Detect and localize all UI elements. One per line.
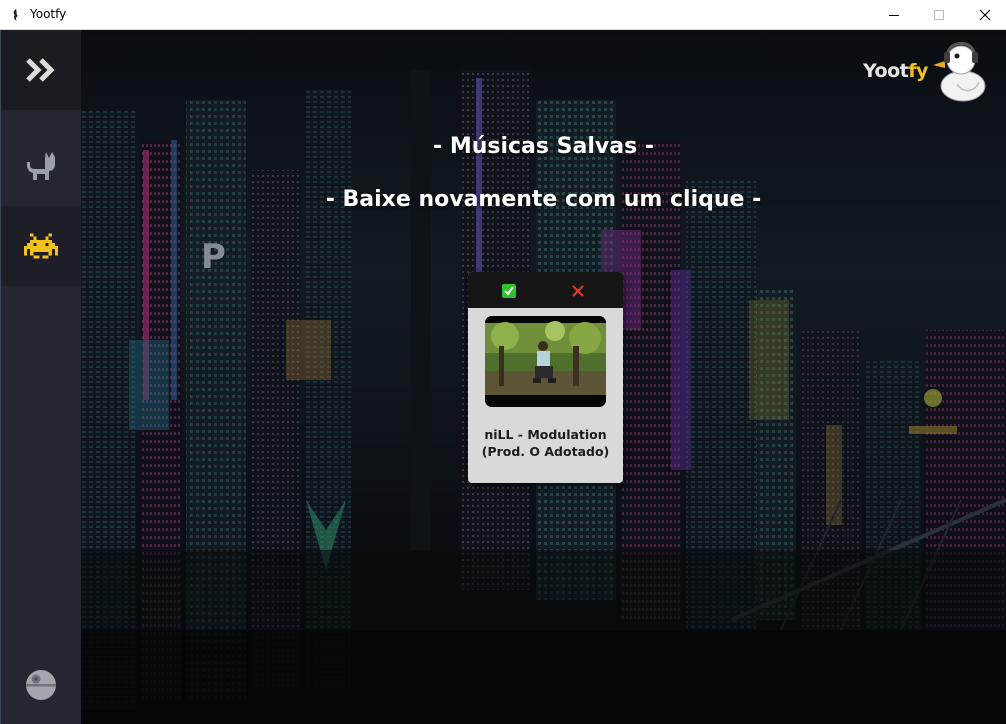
minimize-icon <box>889 14 899 16</box>
double-chevron-right-icon <box>26 58 55 82</box>
cat-icon <box>27 152 55 180</box>
sidebar-toggle-button[interactable] <box>1 30 81 110</box>
sidebar-item-saved[interactable] <box>1 206 81 286</box>
close-icon[interactable] <box>571 284 585 298</box>
page-subtitle: - Baixe novamente com um clique - <box>325 187 762 212</box>
maximize-icon <box>934 9 944 20</box>
check-icon[interactable] <box>502 284 516 298</box>
maximize-button[interactable] <box>917 0 962 30</box>
close-icon <box>979 9 990 21</box>
page-title: - Músicas Salvas - <box>433 134 654 159</box>
duck-headphones-icon <box>933 42 986 102</box>
sidebar <box>0 30 81 724</box>
song-thumbnail <box>485 316 606 407</box>
main-content: P Yootfy - Músicas Salvas - - Baixe nova… <box>81 30 1006 724</box>
death-star-icon <box>26 670 56 700</box>
window-title: Yootfy <box>30 7 67 21</box>
saved-song-card[interactable]: niLL - Modulation (Prod. O Adotado) <box>468 272 623 483</box>
app-logo: Yootfy <box>863 36 993 106</box>
app-icon <box>13 9 18 21</box>
sidebar-settings-button[interactable] <box>1 655 81 715</box>
window-titlebar: Yootfy <box>0 0 1006 30</box>
logo-text: Yootfy <box>863 60 928 82</box>
card-action-bar <box>468 272 623 308</box>
close-window-button[interactable] <box>962 0 1006 30</box>
minimize-button[interactable] <box>872 0 917 30</box>
sidebar-item-cat[interactable] <box>1 126 81 206</box>
song-title: niLL - Modulation (Prod. O Adotado) <box>481 427 610 459</box>
song-thumbnail-image <box>485 316 606 407</box>
space-invader-icon <box>24 233 58 259</box>
